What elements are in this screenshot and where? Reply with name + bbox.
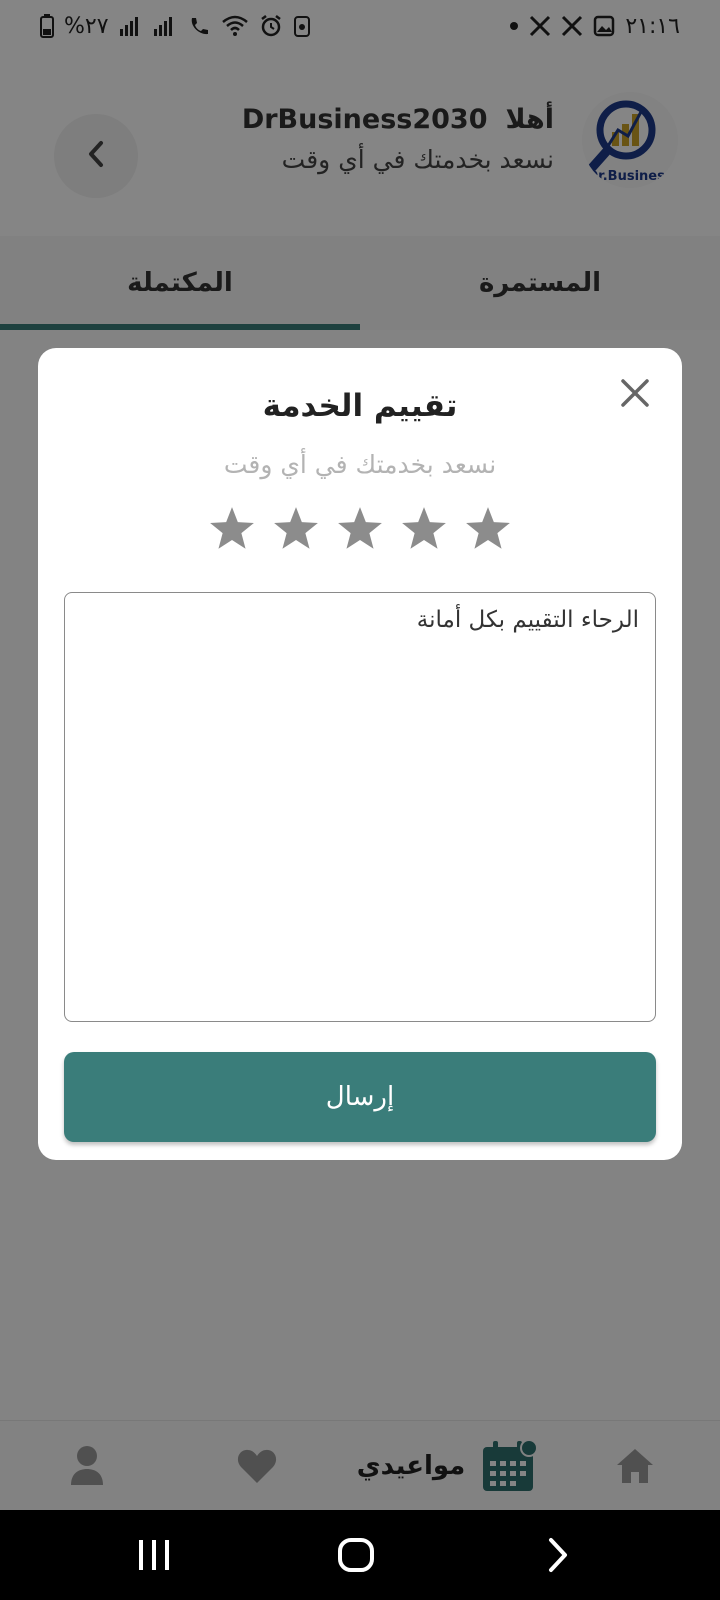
star-rating — [38, 504, 682, 554]
home-button[interactable] — [316, 1530, 396, 1580]
star-icon-4[interactable] — [399, 504, 449, 554]
dialog-title: تقييم الخدمة — [262, 388, 458, 424]
star-icon-1[interactable] — [207, 504, 257, 554]
star-icon-3[interactable] — [335, 504, 385, 554]
recents-icon — [139, 1540, 169, 1570]
back-nav-button[interactable] — [518, 1530, 598, 1580]
recents-button[interactable] — [114, 1530, 194, 1580]
comment-textarea[interactable] — [64, 592, 656, 1022]
chevron-right-icon — [549, 1538, 567, 1572]
home-circle-icon — [338, 1538, 374, 1572]
dialog-subtitle: نسعد بخدمتك في أي وقت — [223, 450, 497, 479]
star-icon-2[interactable] — [271, 504, 321, 554]
submit-button[interactable]: إرسال — [64, 1052, 656, 1142]
system-nav-bar — [0, 1510, 720, 1600]
rating-dialog: تقييم الخدمة نسعد بخدمتك في أي وقت إرسال — [38, 348, 682, 1160]
star-icon-5[interactable] — [463, 504, 513, 554]
